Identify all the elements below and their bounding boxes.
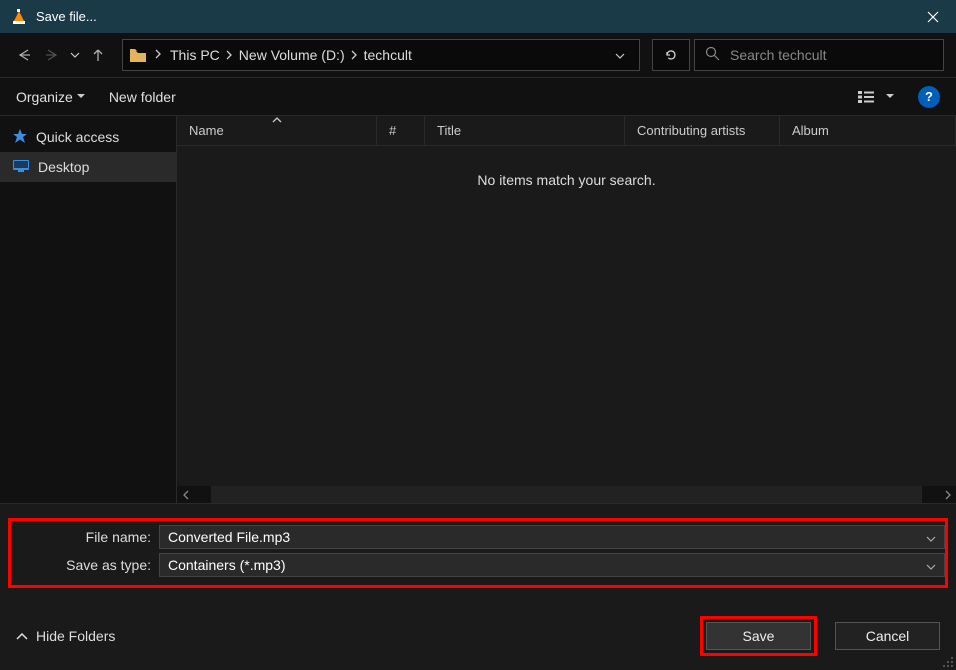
toolbar: Organize New folder ? <box>0 78 956 116</box>
sidebar-item-label: Desktop <box>38 159 89 175</box>
up-button[interactable] <box>86 43 110 67</box>
close-button[interactable] <box>910 0 956 33</box>
window-title: Save file... <box>36 9 97 24</box>
button-row: Hide Folders Save Cancel <box>8 596 948 670</box>
column-artists[interactable]: Contributing artists <box>625 116 780 145</box>
filename-label: File name: <box>11 529 159 545</box>
star-icon <box>12 128 28 147</box>
monitor-icon <box>12 159 30 176</box>
column-name[interactable]: Name <box>177 116 377 145</box>
horizontal-scrollbar[interactable] <box>177 486 956 503</box>
search-icon <box>705 46 720 64</box>
filename-input[interactable]: Converted File.mp3 <box>159 525 945 549</box>
sidebar-desktop[interactable]: Desktop <box>0 152 176 182</box>
address-history-button[interactable] <box>607 46 633 64</box>
crumb-volume[interactable]: New Volume (D:) <box>239 47 345 63</box>
chevron-right-icon <box>351 47 358 63</box>
sidebar-item-label: Quick access <box>36 129 119 145</box>
bottom-panel: File name: Converted File.mp3 Save as ty… <box>0 503 956 670</box>
save-highlight: Save <box>700 616 817 656</box>
sidebar-quick-access[interactable]: Quick access <box>0 122 176 152</box>
sort-indicator-icon <box>272 115 282 126</box>
saveas-row: Save as type: Containers (*.mp3) <box>11 553 945 577</box>
new-folder-button[interactable]: New folder <box>109 89 176 105</box>
crumb-this-pc[interactable]: This PC <box>170 47 220 63</box>
help-button[interactable]: ? <box>918 86 940 108</box>
chevron-right-icon <box>155 46 162 64</box>
scroll-left-icon[interactable] <box>177 486 194 503</box>
address-bar[interactable]: This PC New Volume (D:) techcult <box>122 39 640 71</box>
save-button[interactable]: Save <box>706 622 811 650</box>
back-button[interactable] <box>12 43 36 67</box>
organize-button[interactable]: Organize <box>16 89 85 105</box>
highlighted-fields: File name: Converted File.mp3 Save as ty… <box>8 518 948 588</box>
resize-grip-icon[interactable] <box>940 654 954 668</box>
file-pane: Name # Title Contributing artists Album … <box>176 116 956 503</box>
refresh-button[interactable] <box>652 39 690 71</box>
hide-folders-button[interactable]: Hide Folders <box>16 628 115 644</box>
folder-icon <box>129 48 147 63</box>
chevron-right-icon <box>226 47 233 63</box>
view-mode-button[interactable] <box>858 89 894 105</box>
chevron-down-icon[interactable] <box>926 557 936 573</box>
search-placeholder: Search techcult <box>730 47 827 63</box>
chevron-down-icon[interactable] <box>926 529 936 545</box>
column-title[interactable]: Title <box>425 116 625 145</box>
app-icon <box>10 8 28 26</box>
sidebar: Quick access Desktop <box>0 116 176 503</box>
column-headers: Name # Title Contributing artists Album <box>177 116 956 146</box>
column-number[interactable]: # <box>377 116 425 145</box>
breadcrumb: This PC New Volume (D:) techcult <box>170 47 412 63</box>
empty-message: No items match your search. <box>177 146 956 214</box>
saveas-select[interactable]: Containers (*.mp3) <box>159 553 945 577</box>
cancel-button[interactable]: Cancel <box>835 622 940 650</box>
saveas-label: Save as type: <box>11 557 159 573</box>
recent-locations-button[interactable] <box>68 43 82 67</box>
titlebar: Save file... <box>0 0 956 33</box>
filename-row: File name: Converted File.mp3 <box>11 525 945 549</box>
forward-button[interactable] <box>40 43 64 67</box>
crumb-folder[interactable]: techcult <box>364 47 412 63</box>
chevron-up-icon <box>16 628 28 644</box>
navigation-row: This PC New Volume (D:) techcult Search … <box>0 33 956 78</box>
column-album[interactable]: Album <box>780 116 956 145</box>
scroll-right-icon[interactable] <box>939 486 956 503</box>
search-input[interactable]: Search techcult <box>694 39 944 71</box>
main-area: Quick access Desktop Name # Title Contri… <box>0 116 956 503</box>
scrollbar-track[interactable] <box>211 486 922 503</box>
